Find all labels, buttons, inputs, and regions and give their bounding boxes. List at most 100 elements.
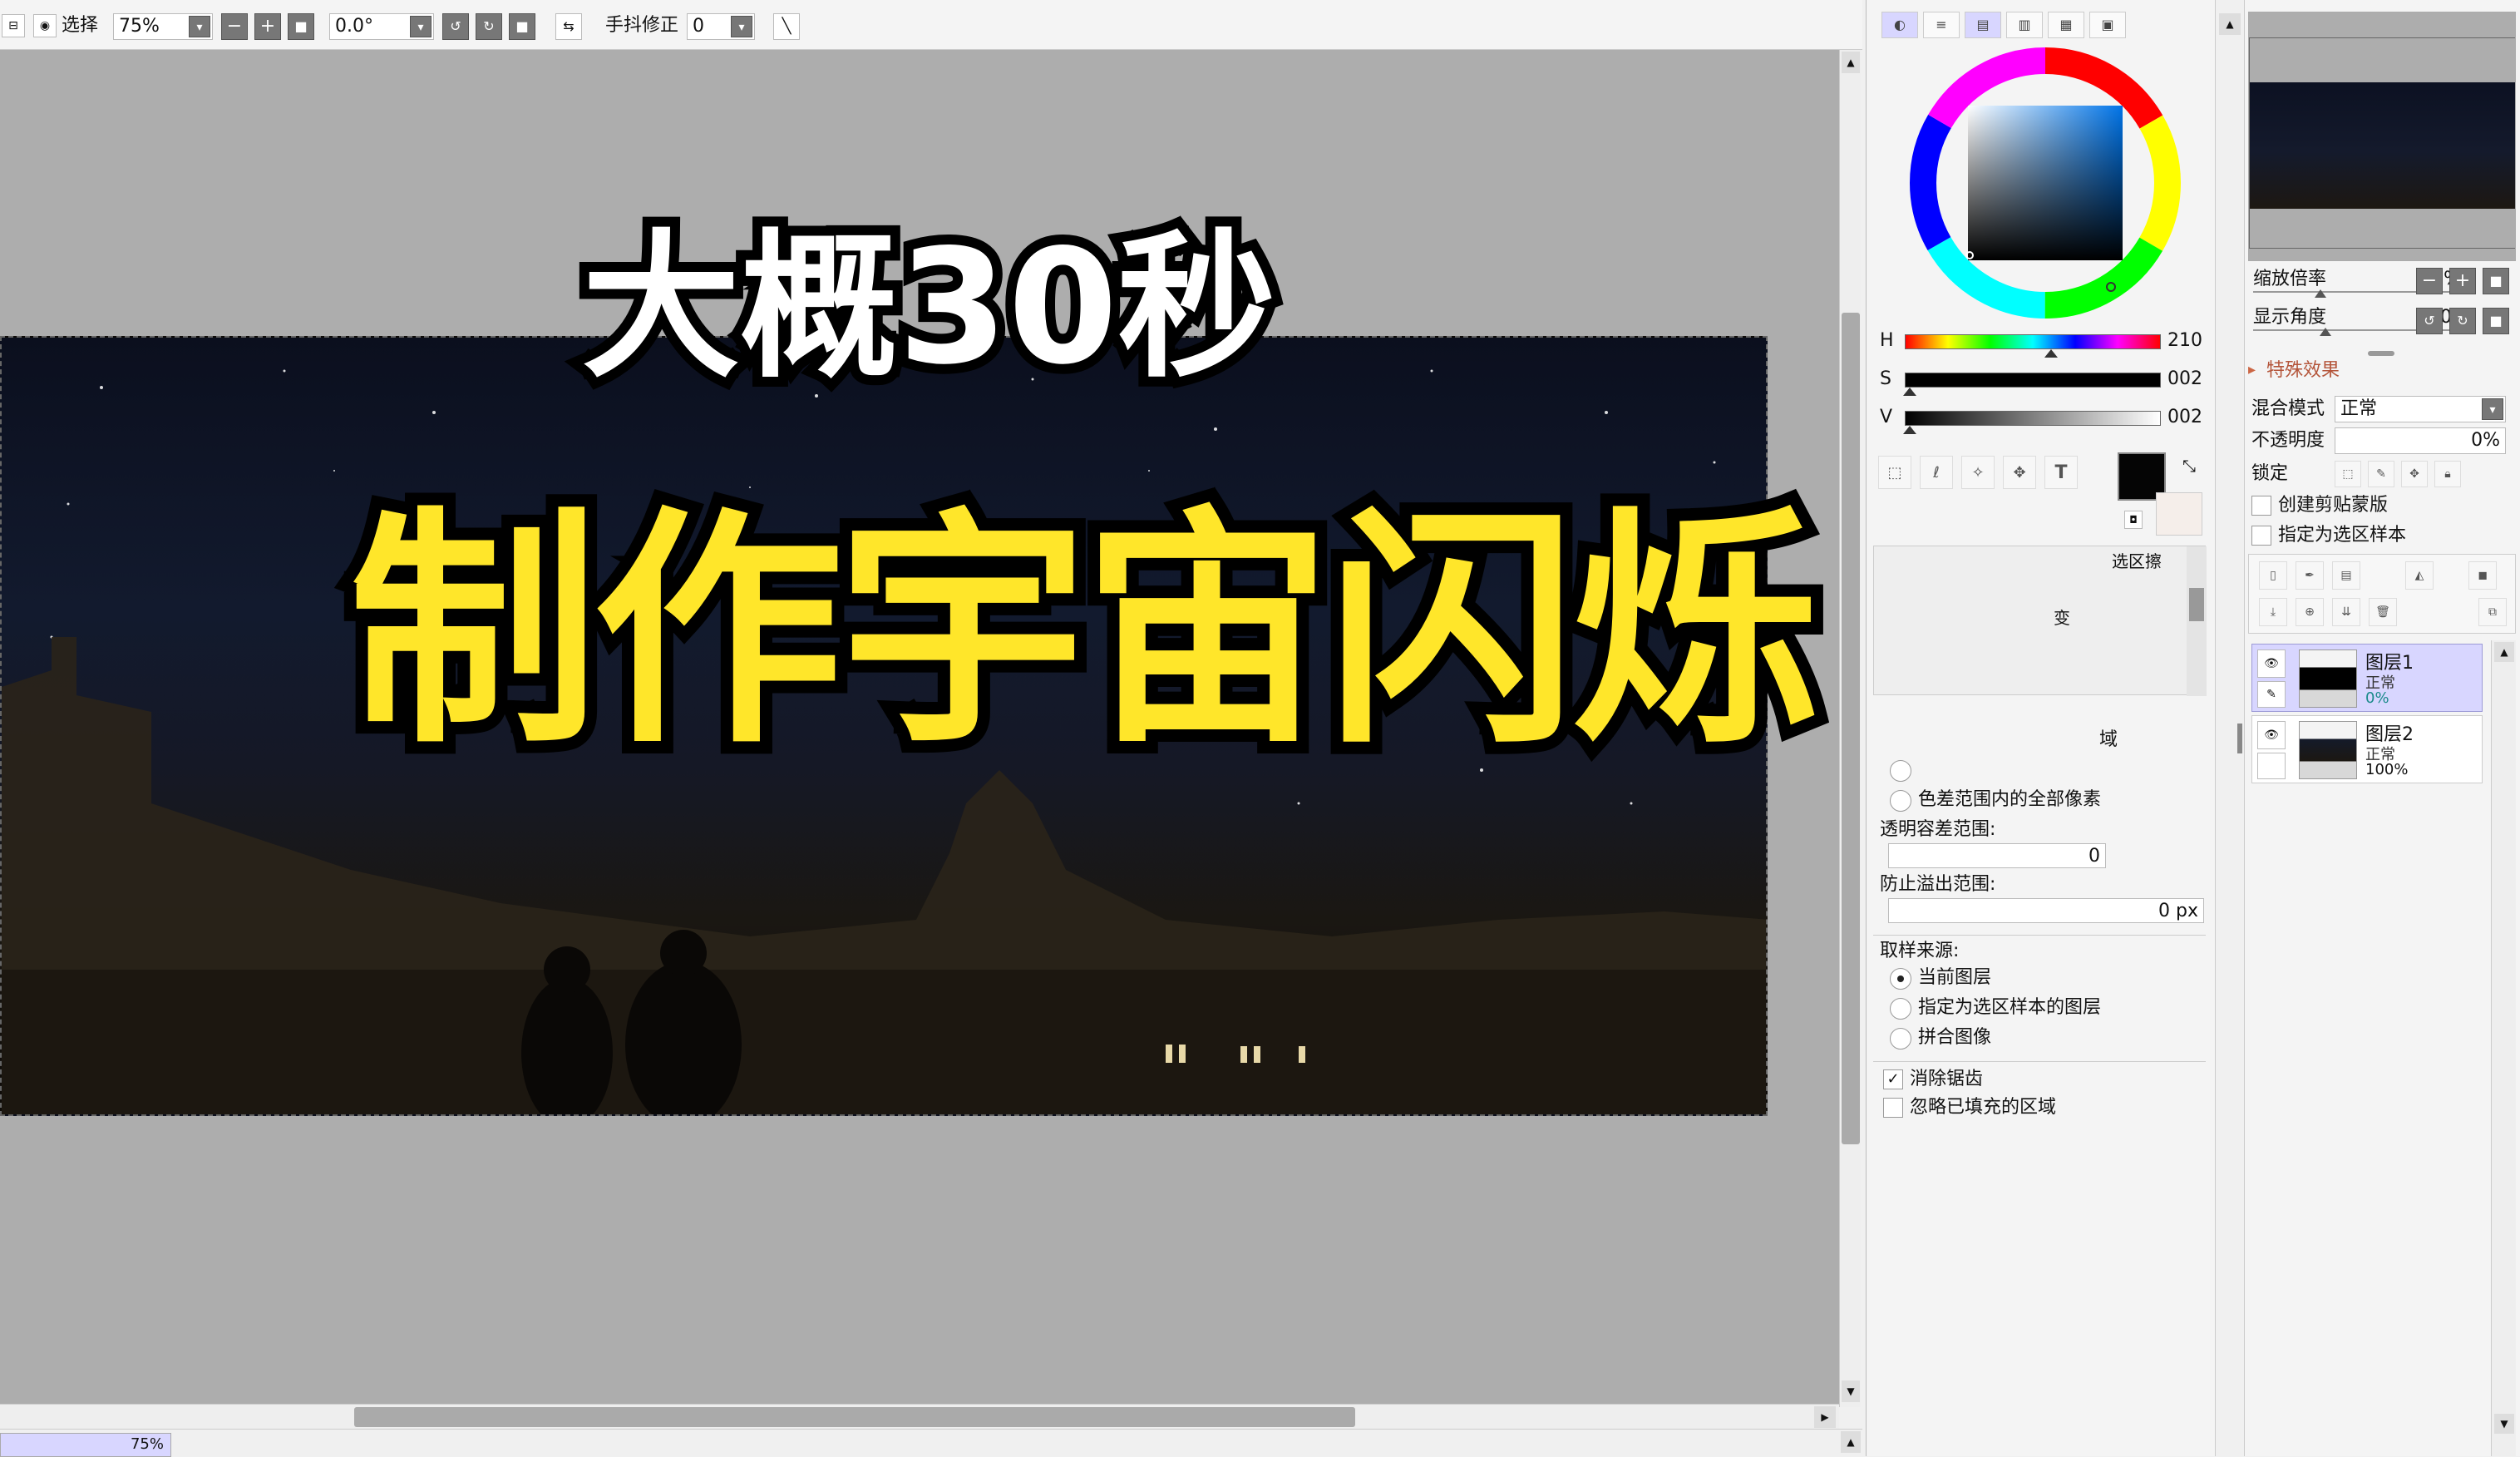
canvas-vscrollbar[interactable]: ▲ ▼ — [1839, 50, 1861, 1407]
flip-icon[interactable]: ⇆ — [555, 13, 582, 40]
chevron-down-icon[interactable]: ▾ — [189, 16, 210, 37]
effects-expander-icon[interactable]: ▸ — [2248, 361, 2256, 378]
clip-mask-checkbox[interactable] — [2251, 496, 2271, 516]
selection-sample-checkbox[interactable] — [2251, 526, 2271, 546]
move-tool-icon[interactable]: ✥ — [2003, 456, 2036, 489]
h-slider-thumb[interactable] — [2044, 349, 2058, 358]
text-tool-icon[interactable]: T — [2044, 456, 2078, 489]
nav-zoom-reset-button[interactable]: ■ — [2483, 268, 2509, 294]
navigator-viewport-rect[interactable] — [2249, 37, 2515, 249]
layer-row[interactable]: 👁︎ 图层2 正常 100% — [2251, 715, 2483, 783]
layer-edit-slot[interactable] — [2257, 753, 2286, 779]
layer-scroll-down-arrow[interactable]: ▼ — [2494, 1414, 2514, 1434]
nav-zoom-thumb[interactable] — [2315, 289, 2326, 298]
eye-icon[interactable]: 👁︎ — [2257, 721, 2286, 749]
panel-splitter[interactable]: ▲ — [2215, 0, 2245, 1456]
selection-visible-icon[interactable]: ◉ — [33, 14, 57, 37]
scroll-right-arrow[interactable]: ▶ — [1814, 1406, 1836, 1428]
tool-list-scrollbar[interactable] — [2187, 546, 2207, 696]
rotate-right-button[interactable]: ↻ — [476, 13, 502, 40]
splitter-grip[interactable] — [2237, 724, 2242, 753]
s-slider[interactable] — [1905, 373, 2161, 388]
blend-mode-select[interactable]: 正常 ▾ — [2335, 396, 2506, 422]
panel-resize-grip[interactable] — [2368, 351, 2394, 356]
nav-zoom-out-button[interactable]: − — [2416, 268, 2443, 294]
sample-current-layer-radio[interactable] — [1890, 968, 1911, 990]
status-corner-arrow[interactable]: ▲ — [1841, 1431, 1861, 1453]
new-folder-icon[interactable]: ▤ — [2332, 561, 2360, 590]
eye-icon[interactable]: 👁︎ — [2257, 649, 2286, 678]
sample-selection-layer-radio[interactable] — [1890, 998, 1911, 1020]
merge-visible-icon[interactable]: ⇊ — [2332, 598, 2360, 626]
new-layer-icon[interactable]: ▯ — [2259, 561, 2287, 590]
color-wheel[interactable] — [1908, 46, 2182, 320]
magic-wand-tool-icon[interactable]: ✧ — [1961, 456, 1995, 489]
hscroll-thumb[interactable] — [354, 1407, 1355, 1427]
select-erase-tab[interactable]: 选区擦 — [2112, 550, 2162, 573]
color-sliders-tab[interactable]: ≡ — [1923, 12, 1960, 38]
zoom-select[interactable]: 75% ▾ — [113, 13, 213, 40]
zoom-reset-button[interactable]: ■ — [288, 13, 314, 40]
canvas-hscrollbar[interactable]: ▶ — [0, 1404, 1839, 1429]
all-pixels-radio[interactable] — [1890, 790, 1911, 812]
v-slider[interactable] — [1905, 411, 2161, 426]
merge-down-icon[interactable]: ⊕ — [2296, 598, 2324, 626]
transfer-down-icon[interactable]: ⤓ — [2259, 598, 2287, 626]
angle-select[interactable]: 0.0° ▾ — [329, 13, 434, 40]
layer-scroll-up-arrow[interactable]: ▲ — [2494, 642, 2514, 662]
scroll-up-arrow[interactable]: ▲ — [1842, 52, 1860, 73]
nav-rotate-right-button[interactable]: ↻ — [2449, 308, 2476, 334]
rect-select-tool-icon[interactable]: ⬚ — [1878, 456, 1911, 489]
color-wheel-tab[interactable]: ◐ — [1881, 12, 1918, 38]
clear-layer-icon[interactable]: ◭ — [2405, 561, 2434, 590]
tool-list-thumb[interactable] — [2189, 588, 2204, 621]
swap-colors-icon[interactable]: ⤡ — [2182, 456, 2196, 476]
lock-transparency-icon[interactable]: ⬚ — [2335, 461, 2361, 487]
vscroll-thumb[interactable] — [1842, 313, 1860, 1144]
zoom-out-button[interactable]: − — [221, 13, 248, 40]
swatches-tab[interactable]: ▦ — [2048, 12, 2084, 38]
new-vector-layer-icon[interactable]: ✒ — [2296, 561, 2324, 590]
stabilizer-select[interactable]: 0 ▾ — [687, 13, 755, 40]
h-slider[interactable] — [1905, 334, 2161, 349]
antialias-checkbox[interactable]: ✓ — [1883, 1069, 1903, 1089]
layer-list-scrollbar[interactable]: ▲ ▼ — [2491, 640, 2516, 1456]
nav-rotate-left-button[interactable]: ↺ — [2416, 308, 2443, 334]
canvas-viewport[interactable]: 大概30秒 制作宇宙闪烁 — [0, 50, 1839, 1404]
layer-row[interactable]: 👁︎ ✎ 图层1 正常 0% — [2251, 644, 2483, 712]
chevron-down-icon[interactable]: ▾ — [731, 16, 752, 37]
straight-line-icon[interactable]: ╲ — [773, 13, 800, 40]
navigator-preview[interactable] — [2248, 12, 2516, 261]
scroll-down-arrow[interactable]: ▼ — [1842, 1380, 1860, 1402]
lock-move-icon[interactable]: ✥ — [2401, 461, 2428, 487]
lasso-tool-icon[interactable]: ℓ — [1920, 456, 1953, 489]
nav-rotate-reset-button[interactable]: ■ — [2483, 308, 2509, 334]
mixer-tab[interactable]: ▥ — [2006, 12, 2043, 38]
pencil-icon[interactable]: ✎ — [2257, 681, 2286, 708]
fill-mode-radio[interactable] — [1890, 760, 1911, 782]
nav-angle-thumb[interactable] — [2320, 328, 2331, 336]
status-zoom-box[interactable]: 75% — [0, 1433, 171, 1457]
rotate-reset-button[interactable]: ■ — [509, 13, 535, 40]
transparent-color-icon[interactable]: ◘ — [2124, 511, 2143, 529]
chevron-down-icon[interactable]: ▾ — [410, 16, 432, 37]
lock-all-icon[interactable]: 🔒︎ — [2434, 461, 2461, 487]
scratchpad-tab[interactable]: ▣ — [2089, 12, 2126, 38]
tool-list-box[interactable]: 选区擦 变 — [1873, 546, 2207, 696]
trash-icon[interactable]: 🗑︎ — [2369, 598, 2397, 626]
chevron-down-icon[interactable]: ▾ — [2482, 398, 2503, 420]
layer-properties-icon[interactable]: ⧉ — [2478, 598, 2507, 626]
splitter-up-arrow[interactable]: ▲ — [2219, 13, 2241, 35]
s-slider-thumb[interactable] — [1903, 388, 1916, 396]
zoom-in-button[interactable]: + — [254, 13, 281, 40]
opacity-field[interactable]: 0% — [2335, 427, 2506, 454]
v-slider-thumb[interactable] — [1903, 426, 1916, 434]
layer-mask-icon[interactable]: ◼ — [2468, 561, 2497, 590]
nav-zoom-in-button[interactable]: + — [2449, 268, 2476, 294]
rotate-left-button[interactable]: ↺ — [442, 13, 469, 40]
hsv-tab[interactable]: ▤ — [1965, 12, 2001, 38]
effects-label[interactable]: 特殊效果 — [2266, 359, 2340, 383]
ignore-filled-checkbox[interactable] — [1883, 1098, 1903, 1118]
overflow-field[interactable]: 0 px — [1888, 898, 2204, 923]
alpha-tolerance-field[interactable]: 0 — [1888, 843, 2106, 868]
